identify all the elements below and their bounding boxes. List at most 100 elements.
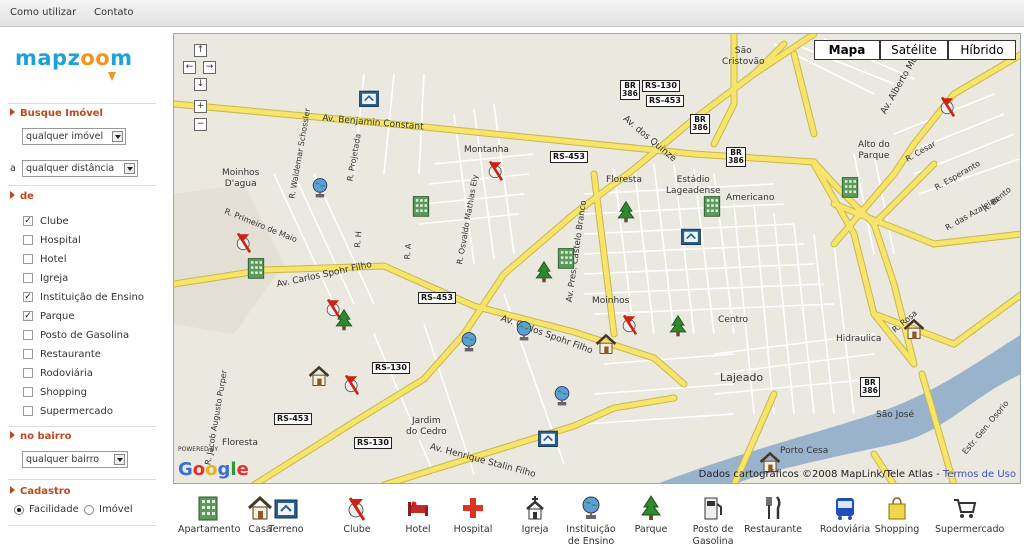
legend-item-church[interactable]: Igreja <box>505 494 565 536</box>
logo-pin-icon <box>108 72 116 81</box>
contact-link[interactable]: Contato <box>94 7 134 18</box>
map-marker-club-icon[interactable] <box>340 372 364 396</box>
map-marker-house-icon[interactable] <box>307 364 331 388</box>
distance-select[interactable]: qualquer distância <box>22 160 138 177</box>
map-marker-land-icon[interactable] <box>679 224 703 248</box>
checkbox-icon[interactable] <box>23 235 33 245</box>
map-marker-apartment-icon[interactable] <box>700 194 724 218</box>
facility-checkbox-clube[interactable]: ✓ Clube <box>23 214 69 228</box>
cadastro-radio-imovel[interactable]: Imóvel <box>84 504 133 515</box>
map[interactable]: São Cristovão Montanha Moinhos D'agua Fl… <box>173 33 1021 484</box>
divider <box>8 103 156 104</box>
legend-item-restaurant[interactable]: Restaurante <box>743 494 803 536</box>
legend-label: Posto de Gasolina <box>692 524 734 547</box>
checkbox-icon[interactable] <box>23 406 33 416</box>
legend-item-gas-station[interactable]: Posto de Gasolina <box>683 494 743 548</box>
legend-bar: Apartamento Casa Terreno Clube Hotel Hospital… <box>173 488 1021 552</box>
checkbox-label: Clube <box>40 215 69 227</box>
map-marker-land-icon[interactable] <box>357 86 381 110</box>
place-label: Lajeado <box>720 371 764 384</box>
map-marker-park-tree-icon[interactable] <box>666 314 690 338</box>
facility-checkbox-igreja[interactable]: Igreja <box>23 271 68 285</box>
map-marker-club-icon[interactable] <box>484 158 508 182</box>
place-label: Moinhos D'agua <box>222 168 260 189</box>
map-marker-park-tree-icon[interactable] <box>332 308 356 332</box>
map-marker-apartment-icon[interactable] <box>554 246 578 270</box>
map-marker-school-globe-icon[interactable] <box>512 319 536 343</box>
map-marker-apartment-icon[interactable] <box>838 175 862 199</box>
place-label: Americano <box>726 193 775 203</box>
checkbox-icon[interactable] <box>23 273 33 283</box>
facility-checkbox-shopping[interactable]: Shopping <box>23 385 87 399</box>
facility-checkbox-rodovi-ria[interactable]: Rodoviária <box>23 366 93 380</box>
logo[interactable]: mapzoom <box>15 46 133 70</box>
pan-up-button[interactable]: ↑ <box>194 44 207 57</box>
chevron-down-icon <box>124 163 135 174</box>
cadastro-section-title: Cadastro <box>10 486 71 497</box>
legend-item-land[interactable]: Terreno <box>256 494 316 536</box>
legend-item-apartment[interactable]: Apartamento <box>178 494 240 536</box>
property-select[interactable]: qualquer imóvel <box>22 128 126 145</box>
map-marker-house-icon[interactable] <box>902 317 926 341</box>
map-marker-park-tree-icon[interactable] <box>532 260 556 284</box>
facility-checkbox-hotel[interactable]: Hotel <box>23 252 67 266</box>
google-logo[interactable]: Google <box>178 459 249 480</box>
facility-checkbox-posto-de-gasolina[interactable]: Posto de Gasolina <box>23 328 129 342</box>
checkbox-icon[interactable] <box>23 254 33 264</box>
map-marker-apartment-icon[interactable] <box>409 194 433 218</box>
legend-item-park-tree[interactable]: Parque <box>621 494 681 536</box>
help-link[interactable]: Como utilizar <box>10 7 76 18</box>
checkbox-icon[interactable] <box>23 368 33 378</box>
checkbox-icon[interactable] <box>23 387 33 397</box>
place-label: Hidraulica <box>836 334 882 344</box>
checkbox-icon[interactable]: ✓ <box>23 292 33 302</box>
map-marker-club-icon[interactable] <box>936 94 960 118</box>
map-marker-club-icon[interactable] <box>232 230 256 254</box>
bairro-section-title: no bairro <box>10 431 72 442</box>
legend-item-club[interactable]: Clube <box>327 494 387 536</box>
map-marker-club-icon[interactable] <box>618 312 642 336</box>
place-label: Jardim do Cedro <box>406 416 447 437</box>
cadastro-radio-facilidade[interactable]: Facilidade <box>14 504 79 515</box>
map-marker-house-icon[interactable] <box>594 332 618 356</box>
map-type-satelite[interactable]: Satélite <box>880 40 948 60</box>
terms-link[interactable]: Termos de Uso <box>943 469 1016 480</box>
checkbox-icon[interactable] <box>23 349 33 359</box>
map-attribution: Dados cartográficos ©2008 MapLink/Tele A… <box>698 469 1016 480</box>
route-shield: BR 386 <box>690 114 710 134</box>
facility-checkbox-restaurante[interactable]: Restaurante <box>23 347 101 361</box>
powered-by: POWERED BY <box>178 446 219 453</box>
map-marker-school-globe-icon[interactable] <box>550 384 574 408</box>
map-marker-school-globe-icon[interactable] <box>308 176 332 200</box>
checkbox-icon[interactable]: ✓ <box>23 216 33 226</box>
facility-checkbox-parque[interactable]: ✓ Parque <box>23 309 74 323</box>
facility-checkbox-institui-o-de-ensino[interactable]: ✓ Instituição de Ensino <box>23 290 144 304</box>
pan-right-button[interactable]: → <box>203 61 216 74</box>
pan-left-button[interactable]: ← <box>183 61 196 74</box>
map-marker-park-tree-icon[interactable] <box>614 200 638 224</box>
zoom-in-button[interactable]: + <box>194 100 207 113</box>
checkbox-label: Restaurante <box>40 348 101 360</box>
map-marker-school-globe-icon[interactable] <box>457 330 481 354</box>
legend-item-bus[interactable]: Rodoviária <box>815 494 875 536</box>
map-type-mapa[interactable]: Mapa <box>814 40 880 60</box>
bairro-select[interactable]: qualquer bairro <box>22 451 128 468</box>
legend-item-shopping[interactable]: Shopping <box>867 494 927 536</box>
map-type-hibrido[interactable]: Híbrido <box>948 40 1016 60</box>
legend-item-supermarket-cart[interactable]: Supermercado <box>935 494 1004 536</box>
route-shield: RS-130 <box>642 80 680 92</box>
legend-item-school-globe[interactable]: Instituição de Ensino <box>561 494 621 548</box>
chevron-down-icon <box>114 454 125 465</box>
facility-checkbox-hospital[interactable]: Hospital <box>23 233 81 247</box>
map-marker-apartment-icon[interactable] <box>244 256 268 280</box>
map-marker-land-icon[interactable] <box>536 426 560 450</box>
legend-item-hotel[interactable]: Hotel <box>388 494 448 536</box>
facility-checkbox-supermercado[interactable]: Supermercado <box>23 404 113 418</box>
checkbox-icon[interactable]: ✓ <box>23 311 33 321</box>
pan-down-button[interactable]: ↓ <box>194 78 207 91</box>
legend-label: Shopping <box>874 524 920 535</box>
checkbox-label: Hotel <box>40 253 67 265</box>
zoom-out-button[interactable]: − <box>194 118 207 131</box>
checkbox-icon[interactable] <box>23 330 33 340</box>
legend-item-hospital[interactable]: Hospital <box>443 494 503 536</box>
